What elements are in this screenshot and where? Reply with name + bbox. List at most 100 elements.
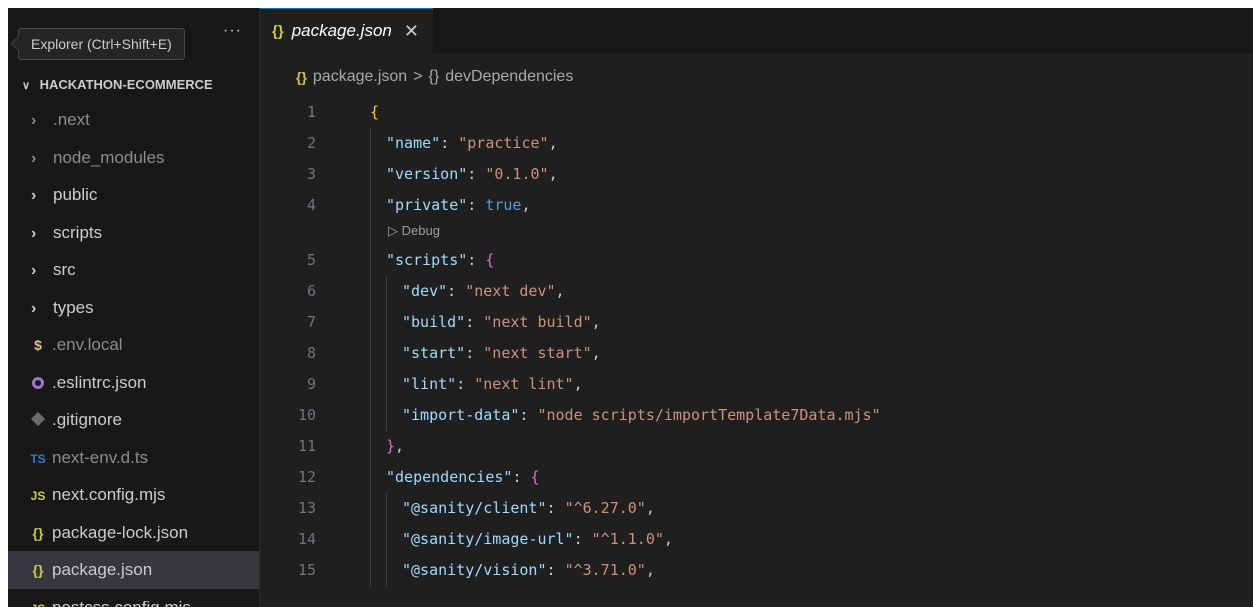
workspace-folder-header[interactable]: ∨ HACKATHON-ECOMMERCE xyxy=(8,70,259,100)
code-line: 13 "@sanity/client": "^6.27.0", xyxy=(260,493,1253,524)
tree-folder[interactable]: › types xyxy=(8,289,259,327)
code-token: : xyxy=(512,468,531,486)
code-token: "next dev" xyxy=(465,282,556,300)
code-content: "build": "next build", xyxy=(402,307,601,338)
code-token: "next lint" xyxy=(474,375,574,393)
code-token: "^3.71.0" xyxy=(564,561,646,579)
json-icon: {} xyxy=(296,69,307,85)
breadcrumb-file[interactable]: package.json xyxy=(313,64,407,90)
code-token: : xyxy=(546,499,565,517)
indent-guide xyxy=(370,221,371,245)
line-number: 6 xyxy=(306,282,316,300)
line-number: 15 xyxy=(297,561,316,579)
tree-file[interactable]: JS next.config.mjs xyxy=(8,476,259,514)
tree-file[interactable]: .gitignore xyxy=(8,401,259,439)
indent-guide xyxy=(370,431,371,462)
code-token: "import-data" xyxy=(402,406,520,424)
code-token: , xyxy=(591,313,601,331)
vscode-window: Explorer (Ctrl+Shift+E) ··· ∨ HACKATHON-… xyxy=(8,8,1253,607)
tree-file[interactable]: TS next-env.d.ts xyxy=(8,439,259,477)
code-token: { xyxy=(485,251,495,269)
breadcrumb-node[interactable]: devDependencies xyxy=(445,64,573,90)
line-number: 2 xyxy=(306,134,316,152)
tree-folder[interactable]: › scripts xyxy=(8,214,259,252)
tree-item-label: node_modules xyxy=(53,147,165,167)
indent-guide xyxy=(386,524,387,555)
code-token: : xyxy=(519,406,538,424)
tree-item-label: postcss.config.mjs xyxy=(52,597,191,607)
line-number: 1 xyxy=(306,103,316,121)
json-icon: {} xyxy=(32,562,44,578)
indent-guide xyxy=(386,276,387,307)
code-token: "private" xyxy=(386,196,468,214)
code-editor[interactable]: 1 {2 "name": "practice", 3 "version": "0.1.0… xyxy=(260,97,1253,586)
code-token: : xyxy=(467,251,486,269)
code-token: : xyxy=(465,313,484,331)
file-tree: › .next › node_modules › public › scripts › src › t… xyxy=(8,101,259,607)
tree-file[interactable]: .eslintrc.json xyxy=(8,364,259,402)
code-token: "dev" xyxy=(402,282,448,300)
indent-guide xyxy=(386,493,387,524)
code-token: : xyxy=(440,134,459,152)
code-token: , xyxy=(548,165,558,183)
line-number: 11 xyxy=(297,437,316,455)
indent-guide xyxy=(370,369,371,400)
code-token: : xyxy=(546,561,565,579)
code-line: 5 "scripts": { xyxy=(260,245,1253,276)
code-token: "build" xyxy=(402,313,466,331)
debug-codelens[interactable]: ▷ Debug xyxy=(260,221,1253,245)
tree-folder[interactable]: › src xyxy=(8,251,259,289)
tree-item-label: next-env.d.ts xyxy=(52,447,149,467)
breadcrumb-separator: > xyxy=(413,68,423,85)
code-token: : xyxy=(467,196,486,214)
code-line: 12 "dependencies": { xyxy=(260,462,1253,493)
indent-guide xyxy=(370,493,371,524)
code-token: "lint" xyxy=(402,375,457,393)
code-line: 9 "lint": "next lint", xyxy=(260,369,1253,400)
tree-file[interactable]: {} package.json xyxy=(8,551,259,589)
code-line: 7 "build": "next build", xyxy=(260,307,1253,338)
breadcrumb: {} package.json > {} devDependencies xyxy=(296,64,573,90)
tree-item-label: package.json xyxy=(52,560,153,579)
line-number: 14 xyxy=(297,530,316,548)
tree-folder[interactable]: › public xyxy=(8,176,259,214)
code-token: "dependencies" xyxy=(386,468,513,486)
more-actions-icon[interactable]: ··· xyxy=(223,22,242,40)
code-content: "name": "practice", xyxy=(386,128,558,159)
code-token: : xyxy=(465,344,484,362)
code-line: 11}, xyxy=(260,431,1253,462)
indent-guide xyxy=(370,128,371,159)
code-content: "scripts": { xyxy=(386,245,494,276)
code-line: 2 "name": "practice", xyxy=(260,128,1253,159)
code-token: "start" xyxy=(402,344,466,362)
code-content: "version": "0.1.0", xyxy=(386,159,558,190)
chevron-right-icon: › xyxy=(31,299,37,317)
code-token: { xyxy=(370,103,380,121)
code-content: "@sanity/client": "^6.27.0", xyxy=(402,493,655,524)
indent-guide xyxy=(386,555,387,586)
tree-file[interactable]: {} package-lock.json xyxy=(8,514,259,552)
indent-guide xyxy=(370,524,371,555)
code-line: 3 "version": "0.1.0", xyxy=(260,159,1253,190)
line-number: 7 xyxy=(306,313,316,331)
code-token: true xyxy=(485,196,522,214)
code-line: 6 "dev": "next dev", xyxy=(260,276,1253,307)
explorer-sidebar: Explorer (Ctrl+Shift+E) ··· ∨ HACKATHON-… xyxy=(8,8,260,607)
chevron-down-icon: ∨ xyxy=(22,80,31,92)
tree-file[interactable]: $ .env.local xyxy=(8,326,259,364)
line-number: 13 xyxy=(297,499,316,517)
tab-package-json[interactable]: {} package.json ✕ xyxy=(260,8,433,53)
play-icon: ▷ xyxy=(388,223,402,238)
code-token: "^1.1.0" xyxy=(591,530,664,548)
code-content: "lint": "next lint", xyxy=(402,369,583,400)
code-line: 4 "private": true, xyxy=(260,190,1253,221)
indent-guide xyxy=(370,190,371,221)
code-content: }, xyxy=(386,431,404,462)
tree-folder[interactable]: › node_modules xyxy=(8,139,259,177)
code-token: , xyxy=(663,530,673,548)
tree-item-label: scripts xyxy=(53,222,103,242)
tree-file[interactable]: JS postcss.config.mjs xyxy=(8,589,259,607)
close-icon[interactable]: ✕ xyxy=(404,21,419,42)
tree-folder[interactable]: › .next xyxy=(8,101,259,139)
debug-label: Debug xyxy=(401,223,440,238)
